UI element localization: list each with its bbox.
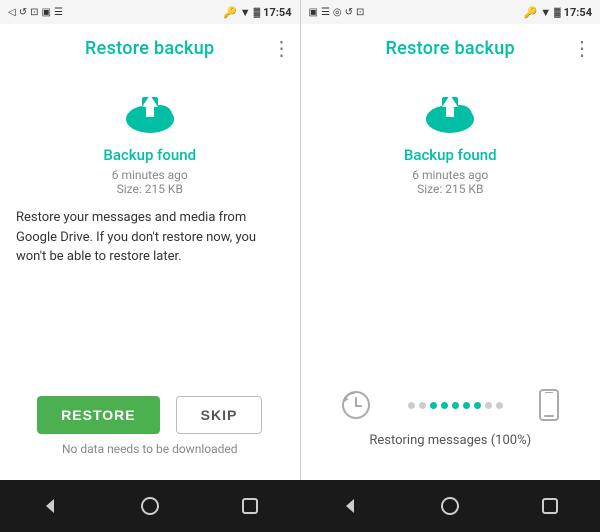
content-left: Backup found 6 minutes ago Size: 215 KB … bbox=[0, 72, 300, 480]
backup-time-right: 6 minutes ago bbox=[412, 168, 488, 182]
backup-size-left: Size: 215 KB bbox=[117, 182, 183, 196]
screen-right: ▣ ☰ ◎ ↺ ⊡ 🔑 ▼ ▓ 17:54 Restore backup ⋮ bbox=[301, 0, 600, 480]
action-buttons: RESTORE SKIP bbox=[37, 396, 262, 434]
dot-1 bbox=[408, 402, 415, 409]
content-right: Backup found 6 minutes ago Size: 215 KB bbox=[301, 72, 600, 480]
status-bar-left: ◁ ↺ ⊡ ▣ ☰ 🔑 ▼ ▓ 17:54 bbox=[0, 0, 300, 24]
location-icon-status: ◎ bbox=[333, 7, 342, 18]
signal-icon-r: ▓ bbox=[554, 7, 561, 18]
nav-back-right[interactable] bbox=[330, 486, 370, 526]
dot-7 bbox=[474, 402, 481, 409]
backup-size-right: Size: 215 KB bbox=[417, 182, 483, 196]
refresh-icon-status: ↺ bbox=[19, 7, 27, 18]
dot-6 bbox=[463, 402, 470, 409]
status-left-icons-right: ▣ ☰ ◎ ↺ ⊡ bbox=[309, 7, 365, 18]
no-data-label: No data needs to be downloaded bbox=[62, 442, 238, 456]
cloud-upload-icon-left bbox=[118, 88, 182, 138]
dot-3 bbox=[430, 402, 437, 409]
dot-4 bbox=[441, 402, 448, 409]
progress-track bbox=[340, 389, 560, 421]
chat-icon-status: ⊡ bbox=[30, 7, 38, 18]
history-icon bbox=[340, 389, 372, 421]
wifi-icon-r: ▼ bbox=[540, 6, 551, 19]
menu-button-right[interactable]: ⋮ bbox=[572, 38, 592, 58]
phone-icon bbox=[538, 389, 560, 421]
backup-found-right: Backup found bbox=[404, 146, 497, 164]
progress-dots bbox=[372, 402, 538, 409]
screen-left: ◁ ↺ ⊡ ▣ ☰ 🔑 ▼ ▓ 17:54 Restore backup ⋮ bbox=[0, 0, 300, 480]
wifi-icon: ▼ bbox=[240, 6, 251, 19]
nav-back-left[interactable] bbox=[30, 486, 70, 526]
dot-9 bbox=[496, 402, 503, 409]
grid-icon-status: ▣ bbox=[41, 7, 50, 18]
backup-found-left: Backup found bbox=[103, 146, 196, 164]
menu-icon-status-r: ☰ bbox=[321, 7, 330, 18]
key-icon-r: 🔑 bbox=[524, 6, 538, 19]
menu-button-left[interactable]: ⋮ bbox=[272, 38, 292, 58]
chat-icon-status-r: ⊡ bbox=[356, 7, 364, 18]
dot-8 bbox=[485, 402, 492, 409]
restore-button[interactable]: RESTORE bbox=[37, 396, 159, 434]
dot-2 bbox=[419, 402, 426, 409]
grid-icon-status-r: ▣ bbox=[309, 7, 318, 18]
title-bar-left: Restore backup ⋮ bbox=[0, 24, 300, 72]
back-icon-status: ◁ bbox=[8, 7, 16, 18]
key-icon: 🔑 bbox=[223, 6, 237, 19]
page-title-left: Restore backup bbox=[85, 38, 214, 59]
nav-recent-right[interactable] bbox=[530, 486, 570, 526]
menu-icon-status: ☰ bbox=[54, 7, 63, 18]
nav-home-left[interactable] bbox=[130, 486, 170, 526]
backup-time-left: 6 minutes ago bbox=[112, 168, 188, 182]
nav-recent-left[interactable] bbox=[230, 486, 270, 526]
time-display-left: 17:54 bbox=[263, 6, 291, 19]
restore-description: Restore your messages and media from Goo… bbox=[16, 208, 284, 267]
skip-button[interactable]: SKIP bbox=[176, 396, 263, 434]
nav-bar bbox=[0, 480, 600, 532]
status-bar-right: ▣ ☰ ◎ ↺ ⊡ 🔑 ▼ ▓ 17:54 bbox=[301, 0, 600, 24]
dot-5 bbox=[452, 402, 459, 409]
restoring-label: Restoring messages (100%) bbox=[369, 433, 531, 448]
status-right-icons: 🔑 ▼ ▓ 17:54 bbox=[223, 6, 292, 19]
progress-area: Restoring messages (100%) bbox=[317, 389, 585, 448]
page-title-right: Restore backup bbox=[386, 38, 515, 59]
cloud-upload-icon-right bbox=[418, 88, 482, 138]
refresh-icon-status-r: ↺ bbox=[345, 7, 353, 18]
status-right-icons-right: 🔑 ▼ ▓ 17:54 bbox=[524, 6, 593, 19]
status-left-icons: ◁ ↺ ⊡ ▣ ☰ bbox=[8, 7, 63, 18]
nav-home-right[interactable] bbox=[430, 486, 470, 526]
signal-icon: ▓ bbox=[254, 7, 261, 18]
time-display-right: 17:54 bbox=[564, 6, 592, 19]
title-bar-right: Restore backup ⋮ bbox=[301, 24, 600, 72]
